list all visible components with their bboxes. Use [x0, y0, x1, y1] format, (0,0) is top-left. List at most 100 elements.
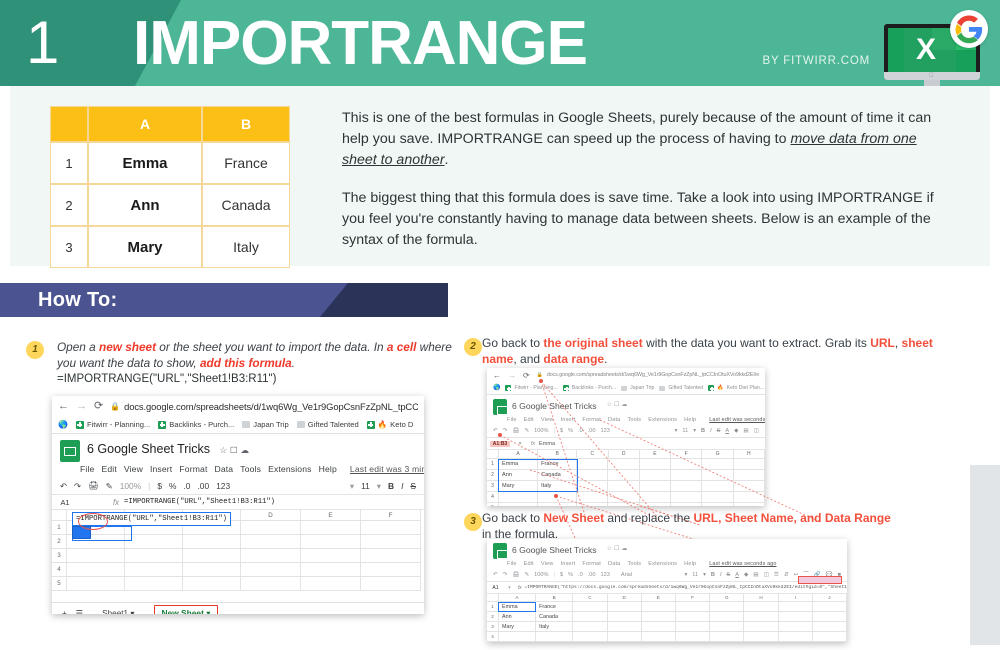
menu-extensions[interactable]: Extensions [648, 417, 677, 423]
chevron-down-icon[interactable]: ▾ [130, 609, 134, 614]
grid-corner[interactable] [52, 510, 67, 521]
grid-cell[interactable] [812, 622, 847, 632]
grid-cell[interactable] [641, 632, 676, 642]
strikethrough-icon[interactable]: S [717, 428, 721, 434]
col-header-h[interactable]: H [744, 594, 779, 602]
grid-cell[interactable] [67, 577, 125, 591]
bookmark-item[interactable]: Backlinks - Purch... [562, 385, 616, 392]
grid-cell[interactable] [241, 549, 301, 563]
bookmark-item[interactable]: 🔥 Keto D [366, 420, 413, 429]
bookmark-item[interactable]: Japan Trip [621, 385, 654, 391]
number-format-icon[interactable]: 123 [601, 428, 610, 434]
menu-view[interactable]: View [541, 561, 554, 567]
font-size-caret[interactable]: ▾ [377, 481, 381, 491]
menu-insert[interactable]: Insert [561, 561, 576, 567]
grid-cell[interactable] [675, 622, 711, 632]
row-number[interactable]: 3 [487, 622, 499, 632]
font-size-value[interactable]: 11 [682, 428, 688, 434]
back-arrow-icon[interactable]: ← [58, 400, 69, 412]
decrease-decimal-icon[interactable]: .0 [578, 428, 583, 434]
strikethrough-icon[interactable]: S [410, 481, 416, 491]
grid-cell[interactable] [710, 622, 745, 632]
menu-help[interactable]: Help [319, 464, 337, 474]
doc-actions-icons[interactable]: ☆☐☁ [219, 445, 252, 455]
grid-cell[interactable] [702, 492, 734, 503]
col-header-d[interactable]: D [608, 450, 640, 459]
doc-title[interactable]: 6 Google Sheet Tricks [512, 543, 597, 557]
grid-cell[interactable] [608, 470, 640, 481]
address-bar[interactable]: 🔒 docs.google.com/spreadsheets/d/1wq6Wg_… [110, 401, 418, 412]
menu-format[interactable]: Format [582, 417, 601, 423]
spreadsheet-grid-3[interactable]: A B C D E F G H I J 1 Emma France 2 Ann [487, 594, 847, 642]
font-size-value[interactable]: 11 [361, 481, 370, 491]
grid-cell[interactable] [67, 549, 125, 563]
name-box[interactable]: A1:B3 [487, 440, 513, 447]
undo-icon[interactable]: ↶ [60, 481, 67, 491]
grid-cell[interactable] [361, 577, 421, 591]
grid-cell[interactable] [241, 577, 301, 591]
col-header-e[interactable]: E [639, 450, 672, 459]
menu-help[interactable]: Help [684, 561, 696, 567]
menu-file[interactable]: File [507, 561, 517, 567]
bookmark-item[interactable]: Backlinks - Purch... [158, 420, 234, 429]
menu-file[interactable]: File [507, 417, 517, 423]
doc-title[interactable]: 6 Google Sheet Tricks [512, 399, 597, 413]
formula-bar-value[interactable]: =IMPORTRANGE("https://docs.google.com/sp… [524, 585, 847, 590]
last-edit-label[interactable]: Last edit was seconds ago [709, 561, 776, 567]
paint-format-icon[interactable]: ✎ [524, 428, 529, 434]
grid-cell[interactable] [361, 549, 421, 563]
menu-tools[interactable]: Tools [240, 464, 261, 474]
grid-cell[interactable] [639, 470, 672, 481]
grid-cell[interactable] [812, 612, 847, 622]
percent-icon[interactable]: % [169, 481, 176, 491]
menu-data[interactable]: Data [608, 417, 620, 423]
col-header-i[interactable]: I [778, 594, 813, 602]
grid-cell[interactable] [733, 470, 765, 481]
menu-format[interactable]: Format [179, 464, 207, 474]
currency-icon[interactable]: $ [560, 572, 563, 578]
grid-cell[interactable] [538, 492, 578, 503]
all-sheets-icon[interactable]: ☰ [76, 608, 83, 614]
globe-icon[interactable]: 🌎 [493, 383, 500, 394]
row-number[interactable]: 4 [52, 563, 67, 577]
vertical-align-icon[interactable]: ⇵ [784, 572, 789, 578]
grid-cell[interactable] [778, 632, 813, 642]
grid-cell[interactable] [125, 563, 183, 577]
bookmark-item[interactable]: Fitwirr - Planning... [75, 420, 150, 429]
grid-cell[interactable] [733, 459, 765, 470]
row-number[interactable]: 5 [487, 503, 499, 506]
decrease-decimal-icon[interactable]: .0 [578, 572, 583, 578]
grid-cell[interactable] [361, 535, 421, 549]
col-header-e[interactable]: E [641, 594, 676, 602]
grid-cell[interactable] [499, 492, 539, 503]
bookmark-item[interactable]: 🔥 Keto Diet Plan... [708, 385, 764, 392]
grid-cell[interactable] [778, 622, 813, 632]
text-color-icon[interactable]: A [725, 428, 729, 434]
italic-icon[interactable]: I [710, 428, 712, 434]
grid-cell[interactable] [183, 563, 241, 577]
grid-cell[interactable] [710, 602, 745, 612]
name-box[interactable]: A1 [52, 498, 78, 507]
menu-data[interactable]: Data [214, 464, 233, 474]
row-number[interactable]: 5 [52, 577, 67, 591]
grid-cell[interactable] [608, 492, 640, 503]
grid-cell[interactable] [125, 549, 183, 563]
grid-cell[interactable] [744, 632, 779, 642]
name-box[interactable]: A1 [487, 585, 504, 591]
col-header-a[interactable]: A [499, 594, 537, 602]
grid-cell[interactable] [499, 503, 539, 506]
col-header-d[interactable]: D [241, 510, 301, 521]
grid-cell[interactable] [671, 459, 703, 470]
bookmark-item[interactable]: Japan Trip [242, 420, 289, 429]
grid-cell[interactable] [607, 602, 642, 612]
grid-cell[interactable] [671, 481, 703, 492]
bold-icon[interactable]: B [711, 572, 715, 578]
chevron-down-icon[interactable]: ▾ [206, 608, 210, 614]
row-number[interactable]: 1 [52, 521, 67, 535]
col-header-b[interactable]: B [536, 594, 574, 602]
font-size-value[interactable]: 11 [692, 572, 698, 578]
grid-cell[interactable] [702, 470, 734, 481]
grid-cell[interactable] [241, 563, 301, 577]
italic-icon[interactable]: I [401, 481, 403, 491]
grid-cell[interactable] [734, 503, 765, 506]
